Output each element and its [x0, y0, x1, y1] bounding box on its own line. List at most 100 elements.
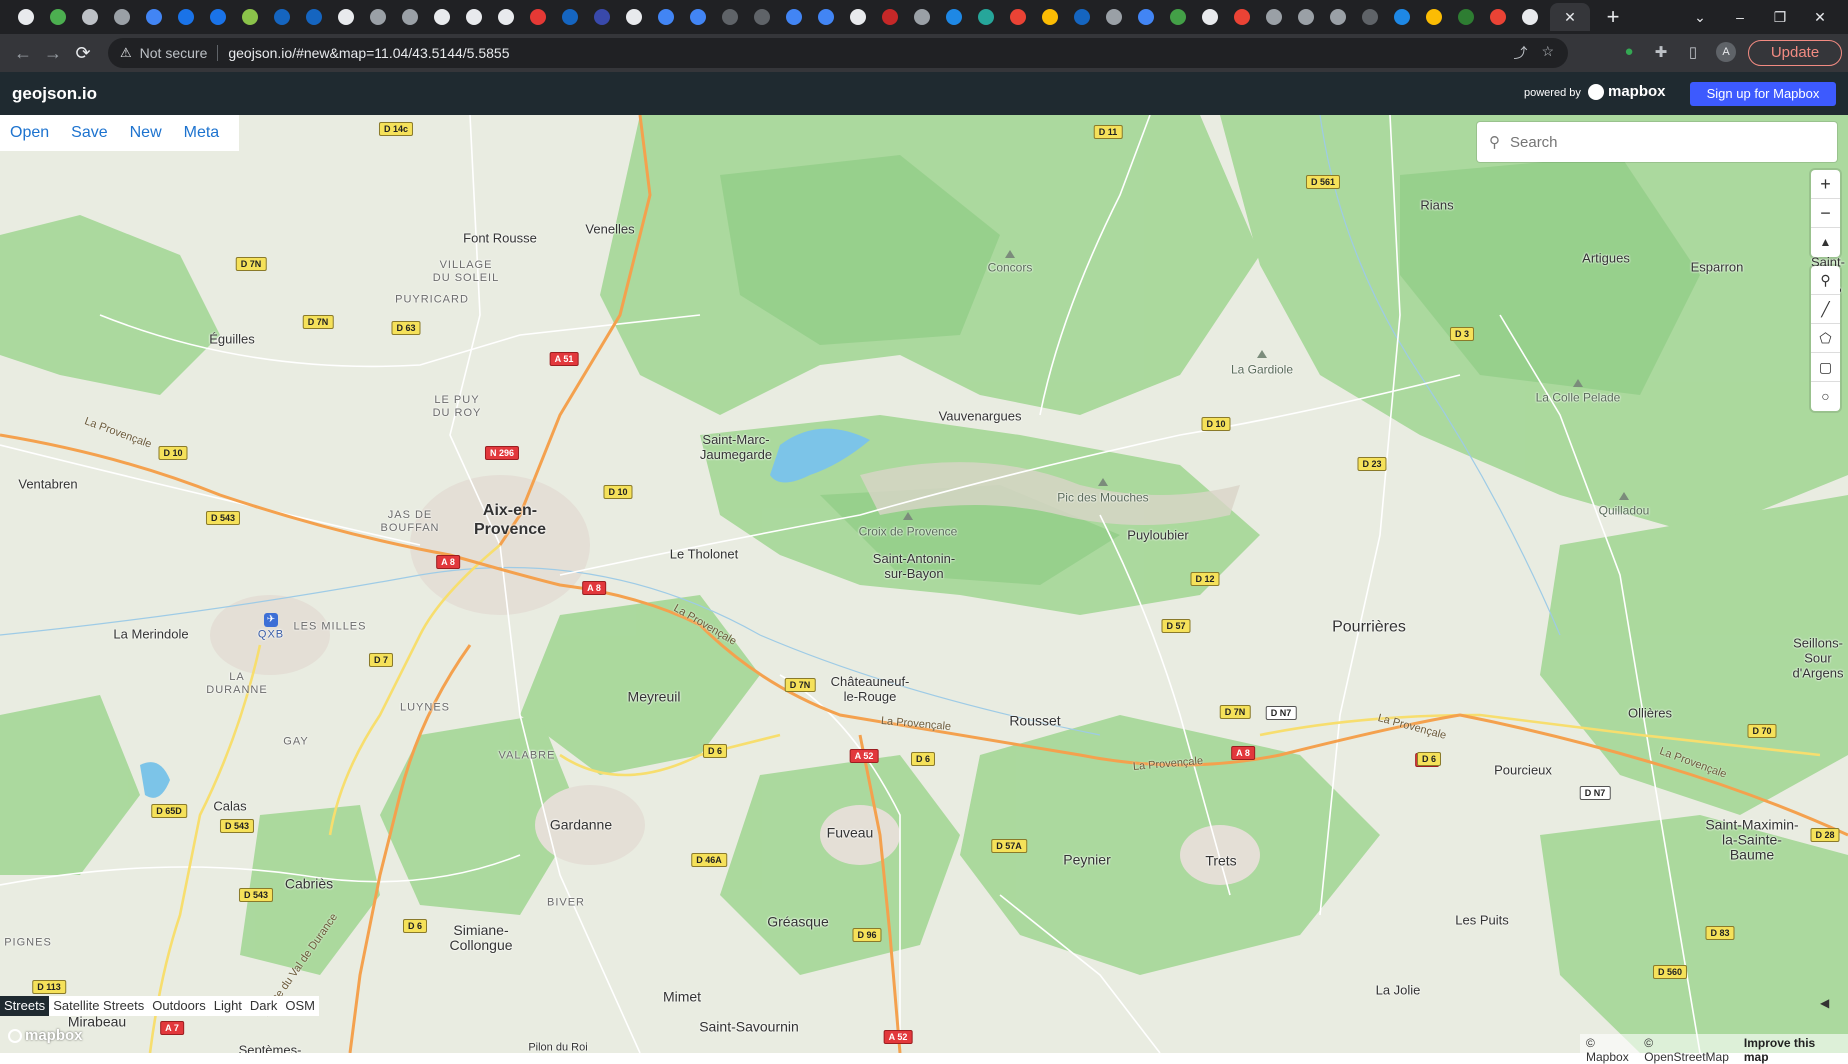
browser-tab[interactable] [234, 3, 266, 31]
browser-tab[interactable] [170, 3, 202, 31]
browser-tab[interactable] [938, 3, 970, 31]
circle-icon[interactable]: ○ [1811, 382, 1840, 411]
security-label[interactable]: Not secure [140, 45, 208, 61]
improve-map-link[interactable]: Improve this map [1744, 1036, 1842, 1064]
tab-search-icon[interactable]: ⌄ [1680, 9, 1720, 26]
zoom-in-button[interactable]: + [1811, 170, 1840, 199]
polygon-icon[interactable]: ⬠ [1811, 324, 1840, 353]
save-button[interactable]: Save [65, 124, 113, 142]
browser-tab[interactable] [106, 3, 138, 31]
new-tab-icon[interactable]: + [1598, 4, 1628, 30]
browser-tab[interactable] [1450, 3, 1482, 31]
bookmark-star-icon[interactable]: ☆ [1541, 43, 1554, 63]
browser-tab[interactable] [1290, 3, 1322, 31]
forward-icon[interactable]: → [38, 43, 68, 64]
tab-favicon-icon [818, 9, 834, 25]
browser-tab[interactable] [74, 3, 106, 31]
warning-icon[interactable]: ⚠ [120, 45, 132, 61]
collapse-icon[interactable]: ◀ [1820, 996, 1829, 1010]
browser-tab[interactable] [1322, 3, 1354, 31]
browser-tab[interactable] [842, 3, 874, 31]
side-panel-icon[interactable]: ▯ [1684, 43, 1702, 61]
layer-streets[interactable]: Streets [0, 996, 50, 1016]
browser-tab[interactable] [1482, 3, 1514, 31]
share-icon[interactable]: ⤴ [1513, 43, 1527, 63]
browser-tab[interactable] [650, 3, 682, 31]
grammarly-icon[interactable]: ● [1620, 43, 1638, 61]
browser-tab[interactable] [1034, 3, 1066, 31]
map-canvas[interactable]: Aix-en- Provence Venelles Font Rousse Ég… [0, 115, 1848, 1053]
browser-tab[interactable] [1002, 3, 1034, 31]
browser-tab[interactable] [554, 3, 586, 31]
browser-tab[interactable] [394, 3, 426, 31]
open-button[interactable]: Open [4, 124, 55, 142]
restore-icon[interactable]: ❐ [1760, 9, 1800, 26]
attribution-osm-link[interactable]: © OpenStreetMap [1644, 1036, 1740, 1064]
mapbox-watermark[interactable]: mapbox [8, 1027, 83, 1044]
browser-tab[interactable] [10, 3, 42, 31]
signup-button[interactable]: Sign up for Mapbox [1690, 82, 1836, 106]
browser-tab[interactable] [138, 3, 170, 31]
browser-tab[interactable] [1226, 3, 1258, 31]
browser-tab[interactable] [458, 3, 490, 31]
browser-tab[interactable] [298, 3, 330, 31]
zoom-out-button[interactable]: − [1811, 199, 1840, 228]
browser-tab[interactable] [202, 3, 234, 31]
browser-tab[interactable] [810, 3, 842, 31]
browser-tab[interactable] [42, 3, 74, 31]
browser-tab[interactable] [490, 3, 522, 31]
browser-tab[interactable] [1514, 3, 1546, 31]
browser-tab[interactable] [1098, 3, 1130, 31]
layer-outdoors[interactable]: Outdoors [148, 996, 209, 1016]
browser-tab[interactable] [618, 3, 650, 31]
browser-tab[interactable] [266, 3, 298, 31]
browser-tab[interactable] [426, 3, 458, 31]
layer-osm[interactable]: OSM [281, 996, 319, 1016]
url-text[interactable]: geojson.io/#new&map=11.04/43.5144/5.5855 [228, 45, 509, 61]
browser-tab[interactable] [682, 3, 714, 31]
browser-tab[interactable] [1354, 3, 1386, 31]
browser-tab-active[interactable]: ✕ [1550, 3, 1590, 31]
browser-tab[interactable] [1066, 3, 1098, 31]
extensions-puzzle-icon[interactable]: ✚ [1652, 43, 1670, 61]
browser-tab[interactable] [1418, 3, 1450, 31]
line-icon[interactable]: ╱ [1811, 295, 1840, 324]
marker-icon[interactable]: ⚲ [1811, 266, 1840, 295]
browser-tab[interactable] [362, 3, 394, 31]
layer-light[interactable]: Light [210, 996, 246, 1016]
browser-tab[interactable] [778, 3, 810, 31]
layer-dark[interactable]: Dark [246, 996, 281, 1016]
place-label: Vauvenargues [938, 408, 1022, 424]
close-tab-icon[interactable]: ✕ [1564, 9, 1576, 26]
mapbox-logo[interactable]: mapbox [1588, 83, 1666, 100]
browser-tab[interactable] [1162, 3, 1194, 31]
reload-icon[interactable]: ⟳ [68, 43, 98, 64]
peak-icon [1257, 350, 1267, 358]
rectangle-icon[interactable]: ▢ [1811, 353, 1840, 382]
meta-button[interactable]: Meta [178, 124, 226, 142]
update-button[interactable]: Update [1748, 40, 1842, 66]
browser-tab[interactable] [970, 3, 1002, 31]
browser-tab[interactable] [746, 3, 778, 31]
compass-button[interactable]: ▲ [1811, 228, 1840, 257]
minimize-icon[interactable]: – [1720, 9, 1760, 25]
back-icon[interactable]: ← [8, 43, 38, 64]
new-button[interactable]: New [124, 124, 168, 142]
browser-tab[interactable] [1194, 3, 1226, 31]
search-input[interactable] [1510, 133, 1810, 151]
browser-tab[interactable] [906, 3, 938, 31]
browser-tab[interactable] [1258, 3, 1290, 31]
browser-tab[interactable] [330, 3, 362, 31]
browser-tab[interactable] [1386, 3, 1418, 31]
profile-avatar[interactable]: A [1716, 42, 1736, 62]
browser-tab[interactable] [874, 3, 906, 31]
attribution-mapbox-link[interactable]: © Mapbox [1586, 1036, 1640, 1064]
browser-tab[interactable] [1130, 3, 1162, 31]
app-brand[interactable]: geojson.io [12, 84, 97, 104]
browser-tab[interactable] [714, 3, 746, 31]
close-window-icon[interactable]: ✕ [1800, 9, 1840, 26]
browser-tab[interactable] [522, 3, 554, 31]
browser-tab[interactable] [586, 3, 618, 31]
layer-satellite-streets[interactable]: Satellite Streets [49, 996, 148, 1016]
address-bar[interactable]: ⚠ Not secure geojson.io/#new&map=11.04/4… [108, 38, 1568, 68]
